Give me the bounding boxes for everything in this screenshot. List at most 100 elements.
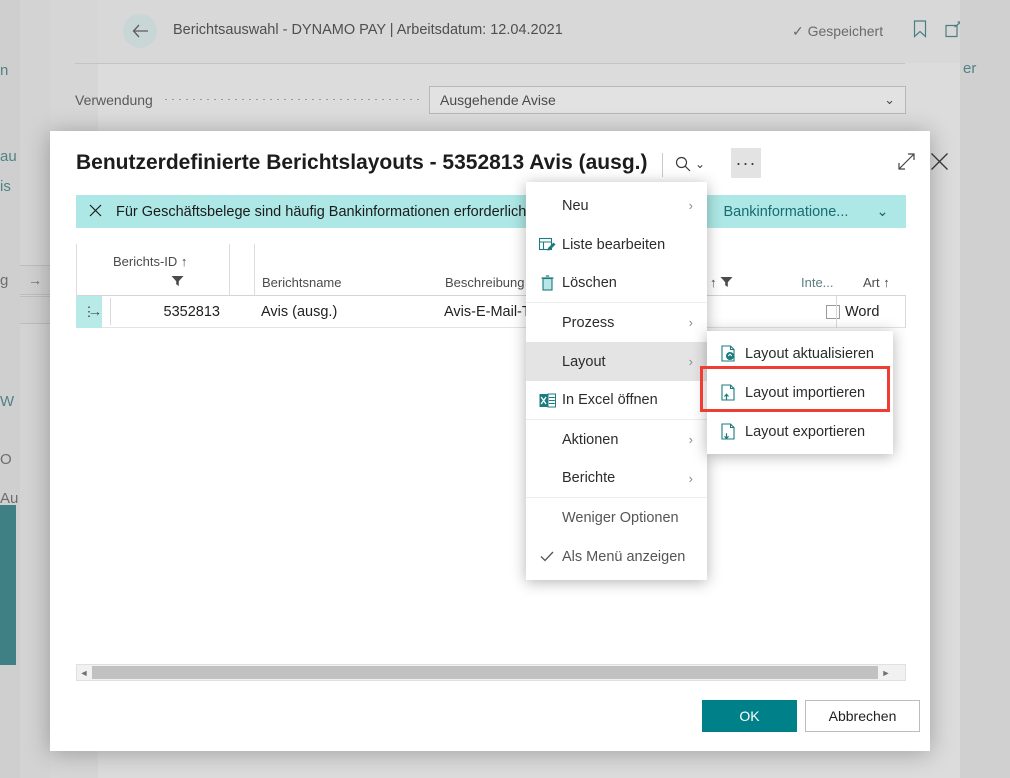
column-header-internal[interactable]: Inte... <box>801 275 834 290</box>
layout-refresh-icon <box>719 345 739 363</box>
background-table-row <box>20 296 50 324</box>
column-sort-filter-icons[interactable]: ↑ <box>710 275 733 290</box>
layout-import-icon <box>719 384 739 402</box>
page-title: Berichtsauswahl - DYNAMO PAY | Arbeitsda… <box>173 22 563 38</box>
menu-item-label: Weniger Optionen <box>562 510 679 526</box>
cancel-button[interactable]: Abbrechen <box>805 700 920 732</box>
app-header: Berichtsauswahl - DYNAMO PAY | Arbeitsda… <box>98 0 1010 63</box>
menu-item-neu[interactable]: Neu › <box>526 186 707 225</box>
saved-status: ✓ Gespeichert <box>792 23 883 40</box>
table-row[interactable]: → 5352813 ⋮ Avis (ausg.) Avis-E-Mail-T W… <box>76 296 906 328</box>
more-options-button[interactable]: ··· <box>731 148 761 178</box>
table-header-row: Berichts-ID ↑ Berichtsname Beschreibung … <box>76 244 906 296</box>
cell-berichtsname[interactable]: Avis (ausg.) <box>261 296 337 328</box>
background-fragment: au <box>0 148 17 165</box>
menu-item-label: In Excel öffnen <box>562 392 658 408</box>
menu-item-aktionen[interactable]: Aktionen › <box>526 420 707 459</box>
notification-action-button[interactable]: Bankinformatione... ⌄ <box>706 195 906 228</box>
notification-action-label: Bankinformatione... <box>723 204 848 220</box>
scroll-right-arrow-icon[interactable]: ► <box>879 668 893 678</box>
cell-art[interactable]: Word <box>836 296 906 328</box>
row-divider <box>110 298 111 325</box>
back-button[interactable] <box>123 14 157 48</box>
submenu-item-layout-aktualisieren[interactable]: Layout aktualisieren <box>707 334 893 373</box>
report-layouts-table: Berichts-ID ↑ Berichtsname Beschreibung … <box>76 244 906 328</box>
menu-item-als-menue-anzeigen[interactable]: Als Menü anzeigen <box>526 537 707 576</box>
menu-item-prozess[interactable]: Prozess › <box>526 303 707 342</box>
background-fragment: W <box>0 393 14 410</box>
horizontal-scrollbar[interactable]: ◄ ► <box>76 664 906 681</box>
column-header-berichts-id[interactable]: Berichts-ID ↑ <box>113 254 187 269</box>
chevron-right-icon: › <box>689 315 693 330</box>
custom-report-layouts-dialog: Benutzerdefinierte Berichtslayouts - 535… <box>50 131 930 751</box>
scroll-left-arrow-icon[interactable]: ◄ <box>77 668 91 678</box>
layout-submenu: Layout aktualisieren Layout importieren … <box>707 331 893 454</box>
chevron-right-icon: › <box>689 198 693 213</box>
notification-bar: Für Geschäftsbelege sind häufig Bankinfo… <box>76 195 906 228</box>
close-icon <box>930 152 949 171</box>
search-button[interactable]: ⌄ <box>675 151 723 177</box>
menu-item-liste-bearbeiten[interactable]: Liste bearbeiten <box>526 225 707 264</box>
background-fragment: n <box>0 62 8 79</box>
column-header-beschreibung[interactable]: Beschreibung <box>445 275 525 290</box>
background-fragment: Au <box>0 490 18 507</box>
menu-item-label: Prozess <box>562 315 614 331</box>
verwendung-label: Verwendung <box>75 92 153 108</box>
ok-button[interactable]: OK <box>702 700 797 732</box>
bookmark-icon[interactable] <box>913 20 927 38</box>
background-fragment: O <box>0 451 12 468</box>
excel-icon <box>537 391 557 409</box>
menu-item-weniger-optionen[interactable]: Weniger Optionen <box>526 498 707 537</box>
background-fragment: g <box>0 272 8 289</box>
cell-beschreibung[interactable]: Avis-E-Mail-T <box>444 296 531 328</box>
layout-export-icon <box>719 423 739 441</box>
checkmark-icon <box>537 548 557 566</box>
header-divider <box>75 63 905 64</box>
chevron-down-icon: ⌄ <box>884 92 895 108</box>
menu-item-label: Als Menü anzeigen <box>562 549 685 565</box>
chevron-right-icon: › <box>689 432 693 447</box>
submenu-item-label: Layout exportieren <box>745 424 865 440</box>
dialog-close-button[interactable] <box>930 152 949 176</box>
column-header-berichtsname[interactable]: Berichtsname <box>262 275 341 290</box>
background-fragment: er <box>963 60 976 77</box>
search-icon <box>675 156 691 172</box>
background-row-arrow-icon: → <box>28 272 42 288</box>
notification-close-icon[interactable] <box>89 204 102 219</box>
submenu-item-label: Layout importieren <box>745 385 865 401</box>
row-arrow-icon: → <box>82 296 108 328</box>
scrollbar-thumb[interactable] <box>92 666 878 679</box>
chevron-right-icon: › <box>689 354 693 369</box>
notification-text: Für Geschäftsbelege sind häufig Bankinfo… <box>116 204 551 220</box>
dialog-title: Benutzerdefinierte Berichtslayouts - 535… <box>76 151 647 175</box>
dialog-expand-button[interactable] <box>898 153 915 175</box>
verwendung-select[interactable]: Ausgehende Avise ⌄ <box>429 86 906 114</box>
menu-item-label: Layout <box>562 354 606 370</box>
background-right-pane <box>960 0 1010 778</box>
menu-item-label: Neu <box>562 198 589 214</box>
more-options-menu: Neu › Liste bearbeiten Löschen Prozess ›… <box>526 182 707 580</box>
menu-item-berichte[interactable]: Berichte › <box>526 459 707 498</box>
chevron-down-icon: ⌄ <box>876 204 888 220</box>
search-chevron-icon: ⌄ <box>695 157 705 171</box>
column-filter-icon[interactable] <box>171 275 184 290</box>
submenu-item-label: Layout aktualisieren <box>745 346 874 362</box>
menu-item-label: Löschen <box>562 275 617 291</box>
chevron-right-icon: › <box>689 471 693 486</box>
edit-list-icon <box>537 236 557 254</box>
verwendung-value: Ausgehende Avise <box>440 92 556 108</box>
trash-icon <box>537 274 557 292</box>
column-header-art[interactable]: Art ↑ <box>863 275 890 290</box>
label-leader-dots <box>165 99 423 100</box>
submenu-item-layout-importieren[interactable]: Layout importieren <box>707 373 893 412</box>
background-left-strip-2 <box>20 0 50 778</box>
arrow-left-icon <box>132 24 149 38</box>
menu-item-layout[interactable]: Layout › <box>526 342 707 381</box>
menu-item-loeschen[interactable]: Löschen <box>526 264 707 303</box>
background-fragment: is <box>0 178 11 195</box>
cell-berichts-id[interactable]: 5352813 <box>116 296 226 328</box>
menu-item-label: Aktionen <box>562 432 618 448</box>
menu-item-in-excel-oeffnen[interactable]: In Excel öffnen <box>526 381 707 420</box>
submenu-item-layout-exportieren[interactable]: Layout exportieren <box>707 412 893 451</box>
menu-item-label: Berichte <box>562 470 615 486</box>
